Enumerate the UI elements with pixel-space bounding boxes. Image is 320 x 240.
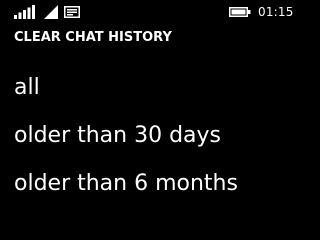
message-icon [64,6,80,18]
status-icons [14,5,80,19]
clear-history-options: all older than 30 days older than 6 mont… [0,70,300,214]
page-title: CLEAR CHAT HISTORY [14,30,172,45]
status-clock: 01:15 [258,5,294,19]
battery-icon [229,7,251,17]
option-older-than-6-months[interactable]: older than 6 months [0,166,300,214]
signal-icon [14,5,35,19]
wifi-icon [44,5,58,19]
status-bar: 01:15 [0,0,300,24]
option-older-than-30-days[interactable]: older than 30 days [0,118,300,166]
option-all[interactable]: all [0,70,300,118]
